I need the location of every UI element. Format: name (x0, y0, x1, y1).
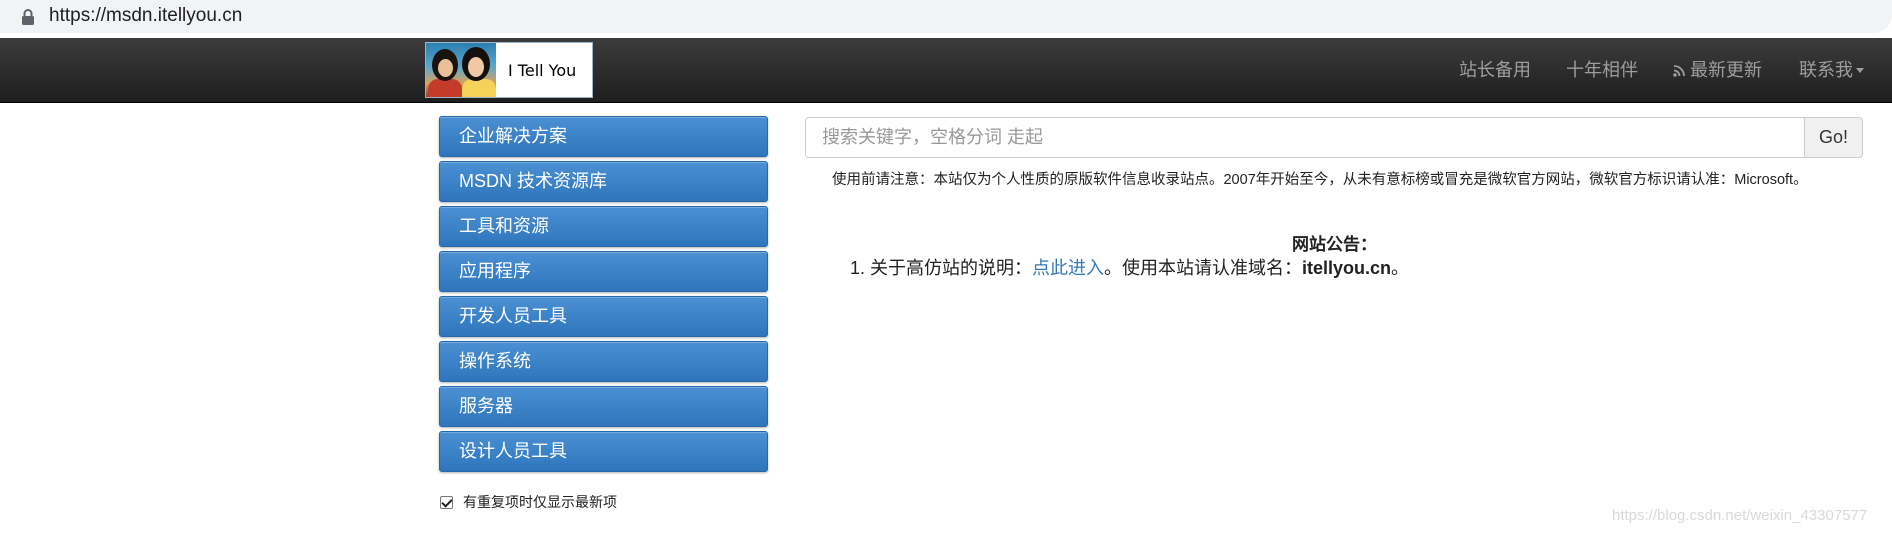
caret-down-icon (1856, 68, 1864, 73)
nav-item-contact-label: 联系我 (1799, 60, 1853, 80)
logo-text: I Tell You (508, 60, 577, 80)
watermark: https://blog.csdn.net/weixin_43307577 (1612, 507, 1868, 524)
sidebar-item-designer-tools[interactable]: 设计人员工具 (439, 431, 768, 472)
rss-icon (1673, 65, 1685, 77)
nav-item-ten-years[interactable]: 十年相伴 (1566, 58, 1638, 82)
nav-item-backup[interactable]: 站长备用 (1459, 58, 1531, 82)
sidebar-item-operating-systems[interactable]: 操作系统 (439, 341, 768, 382)
site-logo[interactable]: I Tell You (425, 42, 593, 98)
announcement-prefix: 1. 关于高仿站的说明： (850, 258, 1033, 278)
go-button[interactable]: Go! (1804, 117, 1863, 158)
announcement-title: 网站公告： (1292, 235, 1377, 254)
announcement-suffix: 。 (1391, 258, 1410, 278)
url-text[interactable]: https://msdn.itellyou.cn (49, 4, 242, 28)
dedupe-checkbox[interactable] (440, 495, 453, 509)
nav-item-latest-label: 最新更新 (1690, 60, 1762, 80)
sidebar: 企业解决方案 MSDN 技术资源库 工具和资源 应用程序 开发人员工具 操作系统… (439, 116, 769, 476)
sidebar-item-tools-resources[interactable]: 工具和资源 (439, 206, 768, 247)
announcement-middle: 。使用本站请认准域名： (1104, 258, 1303, 278)
sidebar-item-msdn-library[interactable]: MSDN 技术资源库 (439, 161, 768, 202)
usage-notice: 使用前请注意：本站仅为个人性质的原版软件信息收录站点。2007年开始至今，从未有… (832, 172, 1808, 188)
search-input[interactable]: 搜索关键字，空格分词 走起 (805, 117, 1805, 158)
sidebar-item-servers[interactable]: 服务器 (439, 386, 768, 427)
lock-icon (22, 9, 34, 25)
logo-photo (426, 43, 496, 97)
dedupe-option[interactable]: 有重复项时仅显示最新项 (440, 492, 617, 512)
sidebar-item-applications[interactable]: 应用程序 (439, 251, 768, 292)
announcement-domain: itellyou.cn (1302, 258, 1392, 278)
announcement-link[interactable]: 点此进入 (1032, 258, 1104, 278)
announcement-item: 1. 关于高仿站的说明：点此进入。使用本站请认准域名：itellyou.cn。 (850, 254, 1409, 280)
nav-item-latest[interactable]: 最新更新 (1673, 58, 1762, 82)
address-pill[interactable] (0, 0, 1892, 33)
nav-item-contact[interactable]: 联系我 (1799, 58, 1864, 82)
dedupe-label: 有重复项时仅显示最新项 (463, 494, 617, 510)
browser-address-bar[interactable]: https://msdn.itellyou.cn (0, 0, 1892, 36)
sidebar-item-enterprise[interactable]: 企业解决方案 (439, 116, 768, 157)
sidebar-item-developer-tools[interactable]: 开发人员工具 (439, 296, 768, 337)
